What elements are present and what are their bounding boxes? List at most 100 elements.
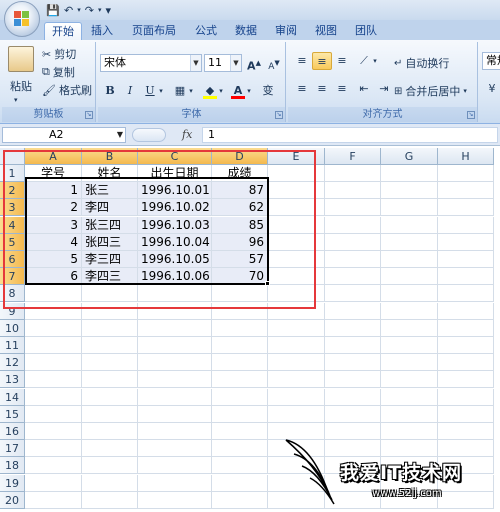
cell-f4[interactable] (325, 216, 381, 234)
tab-home[interactable]: 开始 (44, 22, 82, 40)
cell-c20[interactable] (138, 491, 212, 509)
cell-c8[interactable] (138, 285, 212, 303)
cell-d5[interactable]: 96 (212, 233, 268, 251)
cell-f18[interactable] (325, 457, 381, 475)
row-header-6[interactable]: 6 (0, 251, 25, 268)
cell-f10[interactable] (325, 319, 381, 337)
merge-center-button[interactable]: ⊞ 合并后居中 ▾ (394, 83, 467, 99)
cell-h18[interactable] (438, 457, 494, 475)
cell-g16[interactable] (381, 423, 438, 440)
name-box-dropdown-icon[interactable]: ▼ (117, 128, 123, 142)
cut-button[interactable]: ✂ 剪切 (42, 46, 76, 62)
cell-f20[interactable] (325, 491, 381, 509)
cell-g14[interactable] (381, 388, 438, 406)
cell-c10[interactable] (138, 319, 212, 337)
cell-h20[interactable] (438, 491, 494, 509)
cell-g5[interactable] (381, 233, 438, 251)
cell-f14[interactable] (325, 388, 381, 406)
font-color-dropdown-icon[interactable]: ▾ (244, 82, 254, 100)
phonetic-guide-button[interactable]: 变 (258, 82, 278, 100)
row-header-1[interactable]: 1 (0, 165, 25, 182)
cell-b20[interactable] (82, 491, 138, 509)
cell-h4[interactable] (438, 216, 494, 234)
cell-f7[interactable] (325, 268, 381, 286)
undo-dropdown-icon[interactable]: ▾ (77, 6, 81, 14)
cell-c12[interactable] (138, 354, 212, 372)
tab-insert[interactable]: 插入 (84, 22, 120, 40)
cell-b14[interactable] (82, 388, 138, 406)
cell-e14[interactable] (268, 388, 325, 406)
formula-input[interactable]: 1 (202, 127, 498, 143)
align-right-icon[interactable]: ≡ (332, 80, 352, 98)
tab-data[interactable]: 数据 (228, 22, 264, 40)
row-header-5[interactable]: 5 (0, 233, 25, 251)
clipboard-launcher-icon[interactable]: ↘ (85, 111, 93, 119)
cell-c3[interactable]: 1996.10.02 (138, 199, 212, 217)
cell-c7[interactable]: 1996.10.06 (138, 268, 212, 286)
cell-a15[interactable] (25, 405, 82, 423)
borders-dropdown-icon[interactable]: ▾ (186, 82, 196, 100)
cell-b11[interactable] (82, 337, 138, 354)
font-name-dropdown-icon[interactable]: ▼ (190, 55, 201, 71)
cell-b9[interactable] (82, 302, 138, 320)
tab-review[interactable]: 审阅 (268, 22, 304, 40)
cell-h19[interactable] (438, 474, 494, 492)
column-header-b[interactable]: B (82, 148, 138, 165)
grow-font-button[interactable]: A▲ (244, 54, 264, 73)
cell-h12[interactable] (438, 354, 494, 372)
underline-dropdown-icon[interactable]: ▾ (156, 82, 166, 100)
cell-a11[interactable] (25, 337, 82, 354)
cell-d4[interactable]: 85 (212, 216, 268, 234)
cell-h6[interactable] (438, 251, 494, 268)
cell-a1[interactable]: 学号 (25, 165, 82, 182)
cell-h5[interactable] (438, 233, 494, 251)
cell-g19[interactable] (381, 474, 438, 492)
cell-h16[interactable] (438, 423, 494, 440)
cell-c6[interactable]: 1996.10.05 (138, 251, 212, 268)
cell-b13[interactable] (82, 371, 138, 389)
cell-a18[interactable] (25, 457, 82, 475)
cell-g10[interactable] (381, 319, 438, 337)
cell-d17[interactable] (212, 440, 268, 458)
cell-d3[interactable]: 62 (212, 199, 268, 217)
shrink-font-button[interactable]: A▼ (264, 54, 284, 72)
cell-c18[interactable] (138, 457, 212, 475)
redo-dropdown-icon[interactable]: ▾ (98, 6, 102, 14)
font-size-select[interactable]: 11 ▼ (204, 54, 242, 72)
row-header-9[interactable]: 9 (0, 302, 25, 320)
cell-c4[interactable]: 1996.10.03 (138, 216, 212, 234)
cell-b1[interactable]: 姓名 (82, 165, 138, 182)
row-header-20[interactable]: 20 (0, 491, 25, 509)
cell-d6[interactable]: 57 (212, 251, 268, 268)
cell-h11[interactable] (438, 337, 494, 354)
cell-g11[interactable] (381, 337, 438, 354)
fill-handle[interactable] (265, 281, 270, 286)
cell-g4[interactable] (381, 216, 438, 234)
cell-h14[interactable] (438, 388, 494, 406)
select-all-corner[interactable] (0, 148, 25, 165)
cell-f3[interactable] (325, 199, 381, 217)
cell-g6[interactable] (381, 251, 438, 268)
cell-d16[interactable] (212, 423, 268, 440)
row-header-18[interactable]: 18 (0, 457, 25, 475)
cell-f17[interactable] (325, 440, 381, 458)
row-header-10[interactable]: 10 (0, 319, 25, 337)
cell-a14[interactable] (25, 388, 82, 406)
cell-a12[interactable] (25, 354, 82, 372)
cell-a3[interactable]: 2 (25, 199, 82, 217)
cell-a6[interactable]: 5 (25, 251, 82, 268)
cell-e3[interactable] (268, 199, 325, 217)
align-middle-icon[interactable]: ≡ (312, 52, 332, 70)
cell-f6[interactable] (325, 251, 381, 268)
insert-function-icon[interactable]: fx (182, 127, 192, 143)
merge-dropdown-icon[interactable]: ▾ (463, 87, 467, 95)
cell-f13[interactable] (325, 371, 381, 389)
column-header-e[interactable]: E (268, 148, 325, 165)
cell-h8[interactable] (438, 285, 494, 303)
cell-h7[interactable] (438, 268, 494, 286)
row-header-3[interactable]: 3 (0, 199, 25, 217)
cell-c9[interactable] (138, 302, 212, 320)
cell-h13[interactable] (438, 371, 494, 389)
cell-b3[interactable]: 李四 (82, 199, 138, 217)
row-header-14[interactable]: 14 (0, 388, 25, 406)
